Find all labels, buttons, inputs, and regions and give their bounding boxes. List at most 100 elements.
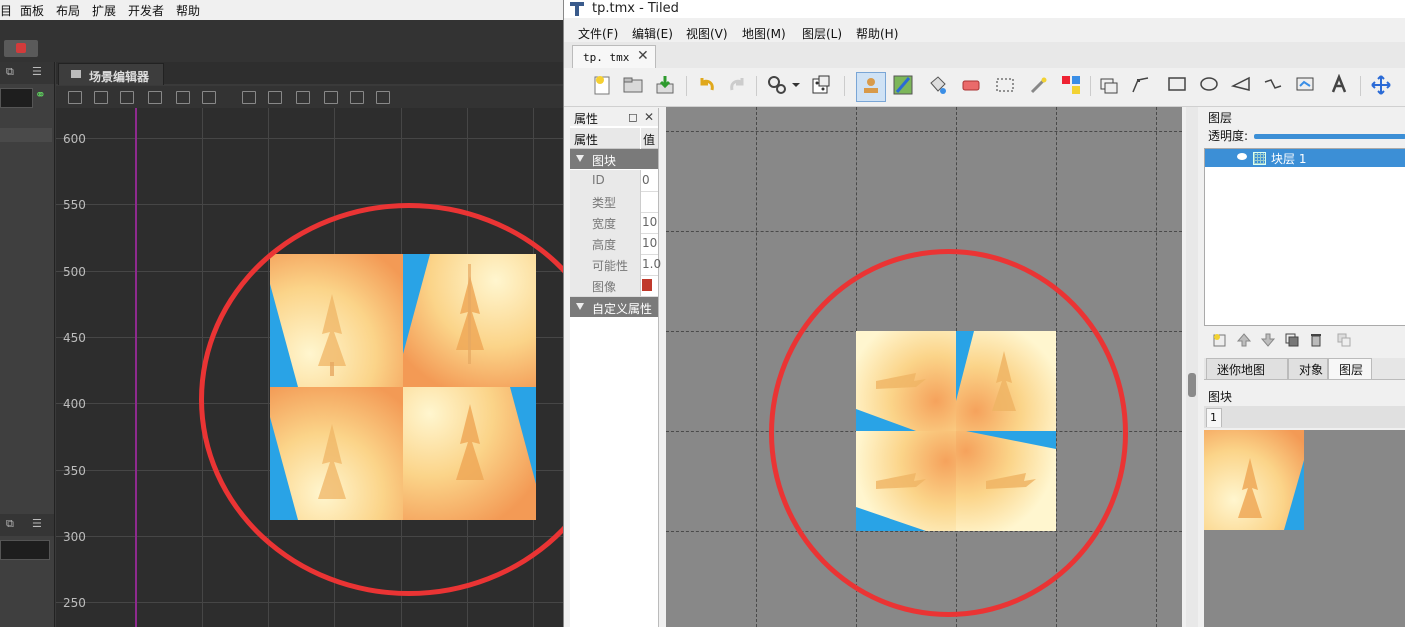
align-vcenter-icon[interactable] [176, 91, 190, 104]
tab-scene-editor[interactable]: 场景编辑器 [58, 63, 164, 85]
layer-row[interactable]: 块层 1 [1205, 149, 1405, 167]
close-icon[interactable]: ✕ [644, 110, 654, 124]
terrain-brush-icon[interactable] [892, 74, 914, 96]
tab-minimap[interactable]: 迷你地图 [1206, 358, 1288, 379]
menu-map[interactable]: 地图(M) [742, 25, 786, 42]
chevron-down-icon[interactable] [790, 74, 802, 96]
open-folder-icon[interactable] [622, 74, 644, 96]
property-row[interactable]: 宽度 10 [570, 212, 658, 234]
column-header-value: 值 [641, 128, 658, 149]
menu-help[interactable]: 帮助 [176, 2, 200, 19]
distribute-hcenter-icon[interactable] [268, 91, 282, 104]
move-arrows-icon[interactable] [1370, 74, 1392, 96]
property-row[interactable]: 图像 [570, 275, 658, 297]
commands-icon[interactable] [766, 74, 788, 96]
menu-edit[interactable]: 编辑(E) [632, 25, 673, 42]
property-row[interactable]: 高度 10 [570, 233, 658, 255]
tab-objects[interactable]: 对象 [1288, 358, 1328, 379]
insert-rectangle-icon[interactable] [1166, 74, 1188, 96]
align-top-icon[interactable] [148, 91, 162, 104]
menu-file[interactable]: 文件(F) [578, 25, 618, 42]
save-icon[interactable] [654, 74, 676, 96]
tileset-view[interactable] [1204, 430, 1405, 627]
y-tick-label: 400 [63, 397, 86, 411]
chevron-down-icon [576, 303, 584, 310]
align-bottom-icon[interactable] [202, 91, 216, 104]
insert-ellipse-icon[interactable] [1198, 74, 1220, 96]
insert-tile-icon[interactable] [1294, 74, 1316, 96]
link-icon[interactable]: ⚭ [35, 89, 49, 103]
group-custom-properties[interactable]: 自定义属性 [570, 297, 658, 317]
menu-panel[interactable]: 面板 [20, 2, 44, 19]
opacity-slider[interactable] [1254, 134, 1405, 139]
record-button[interactable] [4, 40, 38, 57]
toolbar-separator [844, 76, 845, 96]
eraser-icon[interactable] [960, 74, 982, 96]
tab-tileset-1[interactable]: 1 [1206, 408, 1222, 427]
menu-extensions[interactable]: 扩展 [92, 2, 116, 19]
property-row[interactable]: 可能性 1.0 [570, 254, 661, 276]
tileset-tile[interactable] [1204, 430, 1304, 530]
edit-polygons-icon[interactable] [1130, 74, 1152, 96]
menu-layout[interactable]: 布局 [56, 2, 80, 19]
new-map-icon[interactable] [592, 74, 614, 96]
menu-item[interactable]: 目 [0, 2, 12, 19]
distribute-bottom-icon[interactable] [376, 91, 390, 104]
restore-icon[interactable]: ⧉ [6, 518, 17, 529]
lower-layer-icon[interactable] [1260, 332, 1276, 348]
align-right-icon[interactable] [120, 91, 134, 104]
map-scrollbar[interactable] [1186, 107, 1198, 627]
insert-polyline-icon[interactable] [1262, 74, 1284, 96]
menu-icon[interactable]: ☰ [32, 518, 43, 529]
y-tick-label: 500 [63, 265, 86, 279]
menu-layer[interactable]: 图层(L) [802, 25, 842, 42]
search-input[interactable] [0, 88, 33, 108]
grid-line [56, 602, 563, 603]
random-dice-icon[interactable] [810, 74, 832, 96]
menu-help[interactable]: 帮助(H) [856, 25, 898, 42]
align-hcenter-icon[interactable] [94, 91, 108, 104]
duplicate-layer-icon[interactable] [1284, 332, 1300, 348]
eye-icon[interactable] [1237, 153, 1247, 160]
origin-axis-line [135, 108, 137, 627]
redo-icon[interactable] [726, 74, 748, 96]
tiled-menubar: 文件(F) 编辑(E) 视图(V) 地图(M) 图层(L) 帮助(H) [564, 22, 1405, 42]
distribute-vcenter-icon[interactable] [350, 91, 364, 104]
delete-layer-icon[interactable] [1308, 332, 1324, 348]
toolbar-separator [686, 76, 687, 96]
raise-layer-icon[interactable] [1236, 332, 1252, 348]
menu-developer[interactable]: 开发者 [128, 2, 164, 19]
distribute-right-icon[interactable] [296, 91, 310, 104]
toolbar-separator [1360, 76, 1361, 96]
bucket-fill-icon[interactable] [926, 74, 948, 96]
restore-icon[interactable]: ⧉ [6, 66, 17, 77]
menu-icon[interactable]: ☰ [32, 66, 43, 77]
tab-layers[interactable]: 图层 [1328, 358, 1372, 379]
magic-wand-icon[interactable] [1028, 74, 1050, 96]
undo-icon[interactable] [696, 74, 718, 96]
selected-node-row[interactable] [0, 128, 52, 142]
grid-line [666, 131, 1182, 132]
tab-document[interactable]: tp. tmx ✕ [572, 45, 656, 68]
distribute-left-icon[interactable] [242, 91, 256, 104]
distribute-top-icon[interactable] [324, 91, 338, 104]
align-left-icon[interactable] [68, 91, 82, 104]
rect-select-icon[interactable] [994, 74, 1016, 96]
group-label: 自定义属性 [592, 302, 653, 316]
group-tile[interactable]: 图块 [570, 149, 658, 169]
insert-text-icon[interactable] [1328, 74, 1350, 96]
layer-options-icon[interactable] [1336, 332, 1352, 348]
menu-view[interactable]: 视图(V) [686, 25, 728, 42]
select-objects-icon[interactable] [1098, 74, 1120, 96]
new-layer-icon[interactable] [1212, 332, 1228, 348]
y-tick-label: 300 [63, 530, 86, 544]
property-row[interactable]: ID 0 [570, 170, 658, 192]
select-same-tile-icon[interactable] [1060, 74, 1082, 96]
insert-polygon-icon[interactable] [1230, 74, 1252, 96]
property-row[interactable]: 类型 [570, 191, 658, 213]
scroll-thumb[interactable] [1188, 373, 1196, 397]
filter-input[interactable] [0, 540, 50, 560]
property-value: 10 [642, 215, 658, 229]
close-icon[interactable]: ✕ [637, 48, 649, 64]
float-icon[interactable]: ◻ [628, 110, 638, 124]
